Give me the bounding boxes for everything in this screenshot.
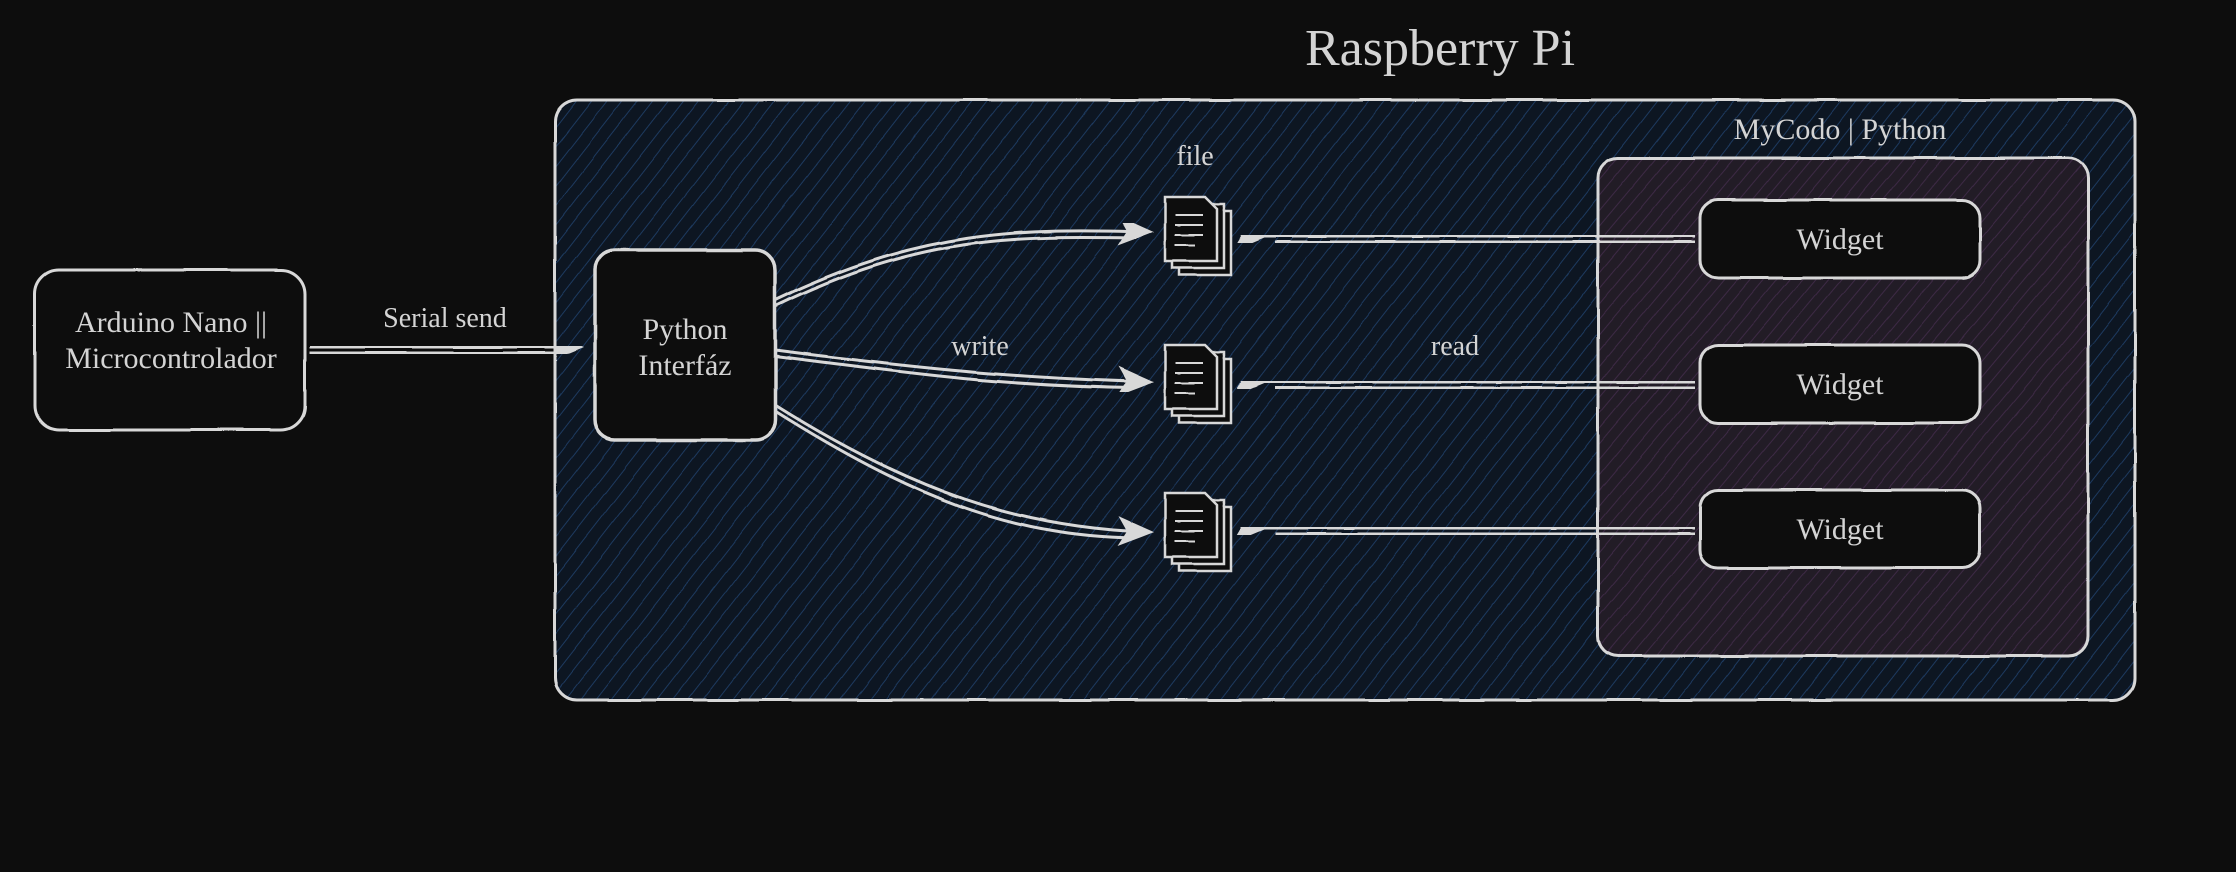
mycodo-label: MyCodo | Python bbox=[1640, 112, 2040, 148]
widget-label-3: Widget bbox=[1700, 512, 1980, 548]
file-icon-3 bbox=[1165, 493, 1231, 571]
arduino-label: Arduino Nano || Microcontrolador bbox=[45, 305, 297, 377]
file-icon-2 bbox=[1165, 345, 1231, 423]
arrow-serial-send bbox=[310, 347, 578, 353]
write-label: write bbox=[920, 330, 1040, 364]
widget-label-1: Widget bbox=[1700, 222, 1980, 258]
file-icon-1 bbox=[1165, 197, 1231, 275]
title-raspberry-pi: Raspberry Pi bbox=[1190, 18, 1690, 80]
serial-send-label: Serial send bbox=[355, 302, 535, 336]
python-label: Python Interfáz bbox=[600, 312, 770, 384]
file-heading: file bbox=[1145, 140, 1245, 174]
widget-label-2: Widget bbox=[1700, 367, 1980, 403]
read-label: read bbox=[1395, 330, 1515, 364]
